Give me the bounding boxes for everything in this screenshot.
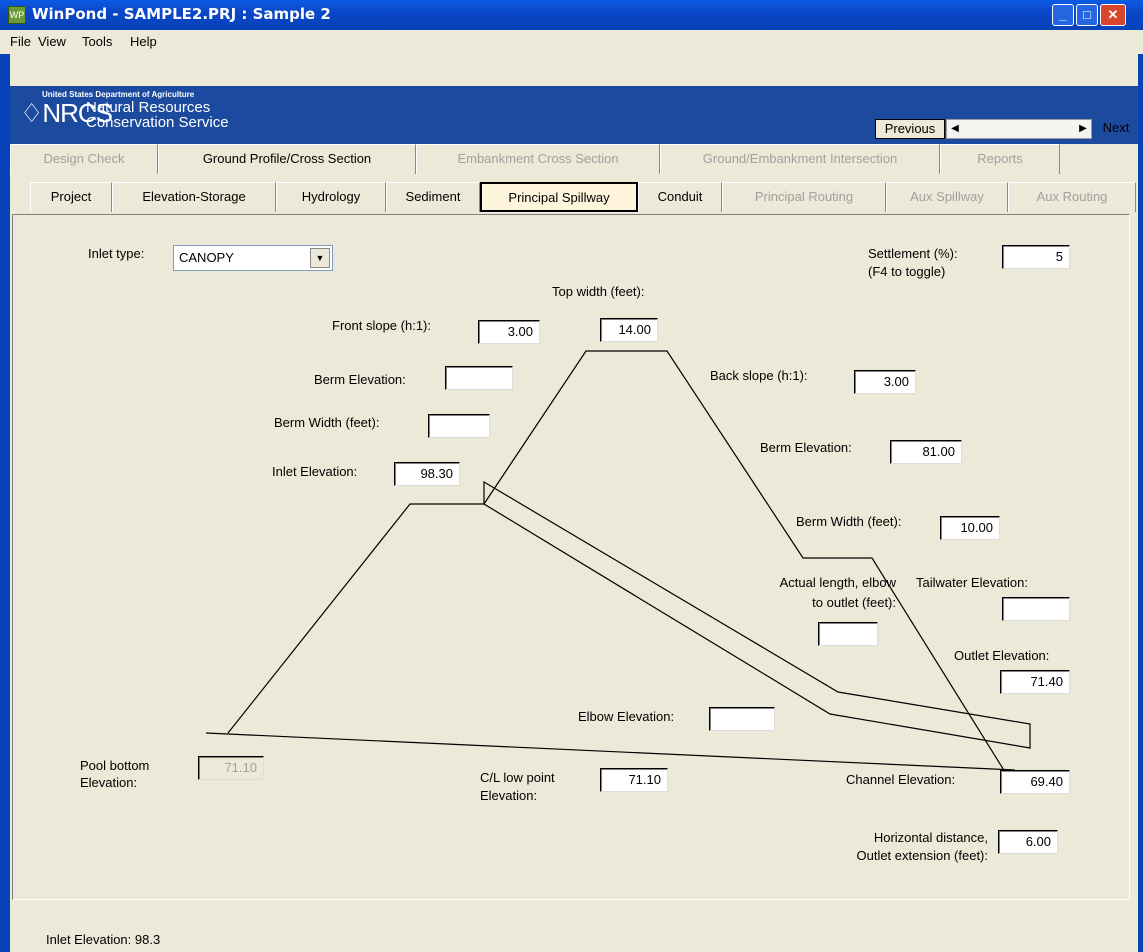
cl-low-point-label-2: Elevation: xyxy=(480,788,538,803)
outlet-elevation-input[interactable]: 71.40 xyxy=(1000,670,1070,694)
front-berm-width-input[interactable] xyxy=(428,414,490,438)
channel-elevation-label: Channel Elevation: xyxy=(846,772,956,787)
back-berm-elevation-input[interactable]: 81.00 xyxy=(890,440,962,464)
settlement-input[interactable]: 5 xyxy=(1002,245,1070,269)
inlet-type-select[interactable]: CANOPY ▼ xyxy=(173,245,333,271)
horizontal-distance-label-2: Outlet extension (feet): xyxy=(856,848,988,863)
actual-length-label-1: Actual length, elbow xyxy=(779,575,896,590)
inlet-elevation-label: Inlet Elevation: xyxy=(272,464,358,479)
back-berm-width-label: Berm Width (feet): xyxy=(796,514,902,529)
top-width-label: Top width (feet): xyxy=(552,284,645,299)
tailwater-elevation-input[interactable] xyxy=(1002,597,1070,621)
inlet-elevation-input[interactable]: 98.30 xyxy=(394,462,460,486)
status-bar: Inlet Elevation: 98.3 xyxy=(0,922,1143,952)
tailwater-elevation-label: Tailwater Elevation: xyxy=(916,575,1028,590)
back-berm-width-input[interactable]: 10.00 xyxy=(940,516,1000,540)
pool-bottom-elevation-input[interactable]: 71.10 xyxy=(198,756,264,780)
pool-bottom-label-1: Pool bottom xyxy=(80,758,150,773)
pool-bottom-line xyxy=(205,732,1016,771)
front-slope-label: Front slope (h:1): xyxy=(332,318,431,333)
embankment-diagram xyxy=(205,350,1031,789)
front-berm-elevation-input[interactable] xyxy=(445,366,513,390)
front-slope-input[interactable]: 3.00 xyxy=(478,320,540,344)
inlet-type-value: CANOPY xyxy=(179,250,234,265)
settlement-label: Settlement (%): xyxy=(868,246,958,261)
actual-length-input[interactable] xyxy=(818,622,878,646)
channel-elevation-input[interactable]: 69.40 xyxy=(1000,770,1070,794)
cl-low-point-input[interactable]: 71.10 xyxy=(600,768,668,792)
elbow-elevation-label: Elbow Elevation: xyxy=(578,709,675,724)
outlet-elevation-label: Outlet Elevation: xyxy=(954,648,1050,663)
back-slope-input[interactable]: 3.00 xyxy=(854,370,916,394)
dropdown-arrow-icon[interactable]: ▼ xyxy=(310,248,330,268)
actual-length-label-2: to outlet (feet): xyxy=(812,595,896,610)
status-text: Inlet Elevation: 98.3 xyxy=(46,932,161,947)
settlement-hint: (F4 to toggle) xyxy=(868,264,946,279)
elbow-elevation-input[interactable] xyxy=(709,707,775,731)
front-berm-elevation-label: Berm Elevation: xyxy=(314,372,406,387)
back-berm-elevation-label: Berm Elevation: xyxy=(760,440,852,455)
top-width-input[interactable]: 14.00 xyxy=(600,318,658,342)
front-berm-width-label: Berm Width (feet): xyxy=(274,415,380,430)
horizontal-distance-input[interactable]: 6.00 xyxy=(998,830,1058,854)
horizontal-distance-label-1: Horizontal distance, xyxy=(873,830,988,845)
back-slope-label: Back slope (h:1): xyxy=(710,368,808,383)
inlet-type-label: Inlet type: xyxy=(88,246,145,261)
cl-low-point-label-1: C/L low point xyxy=(480,770,555,785)
pool-bottom-label-2: Elevation: xyxy=(80,775,138,790)
